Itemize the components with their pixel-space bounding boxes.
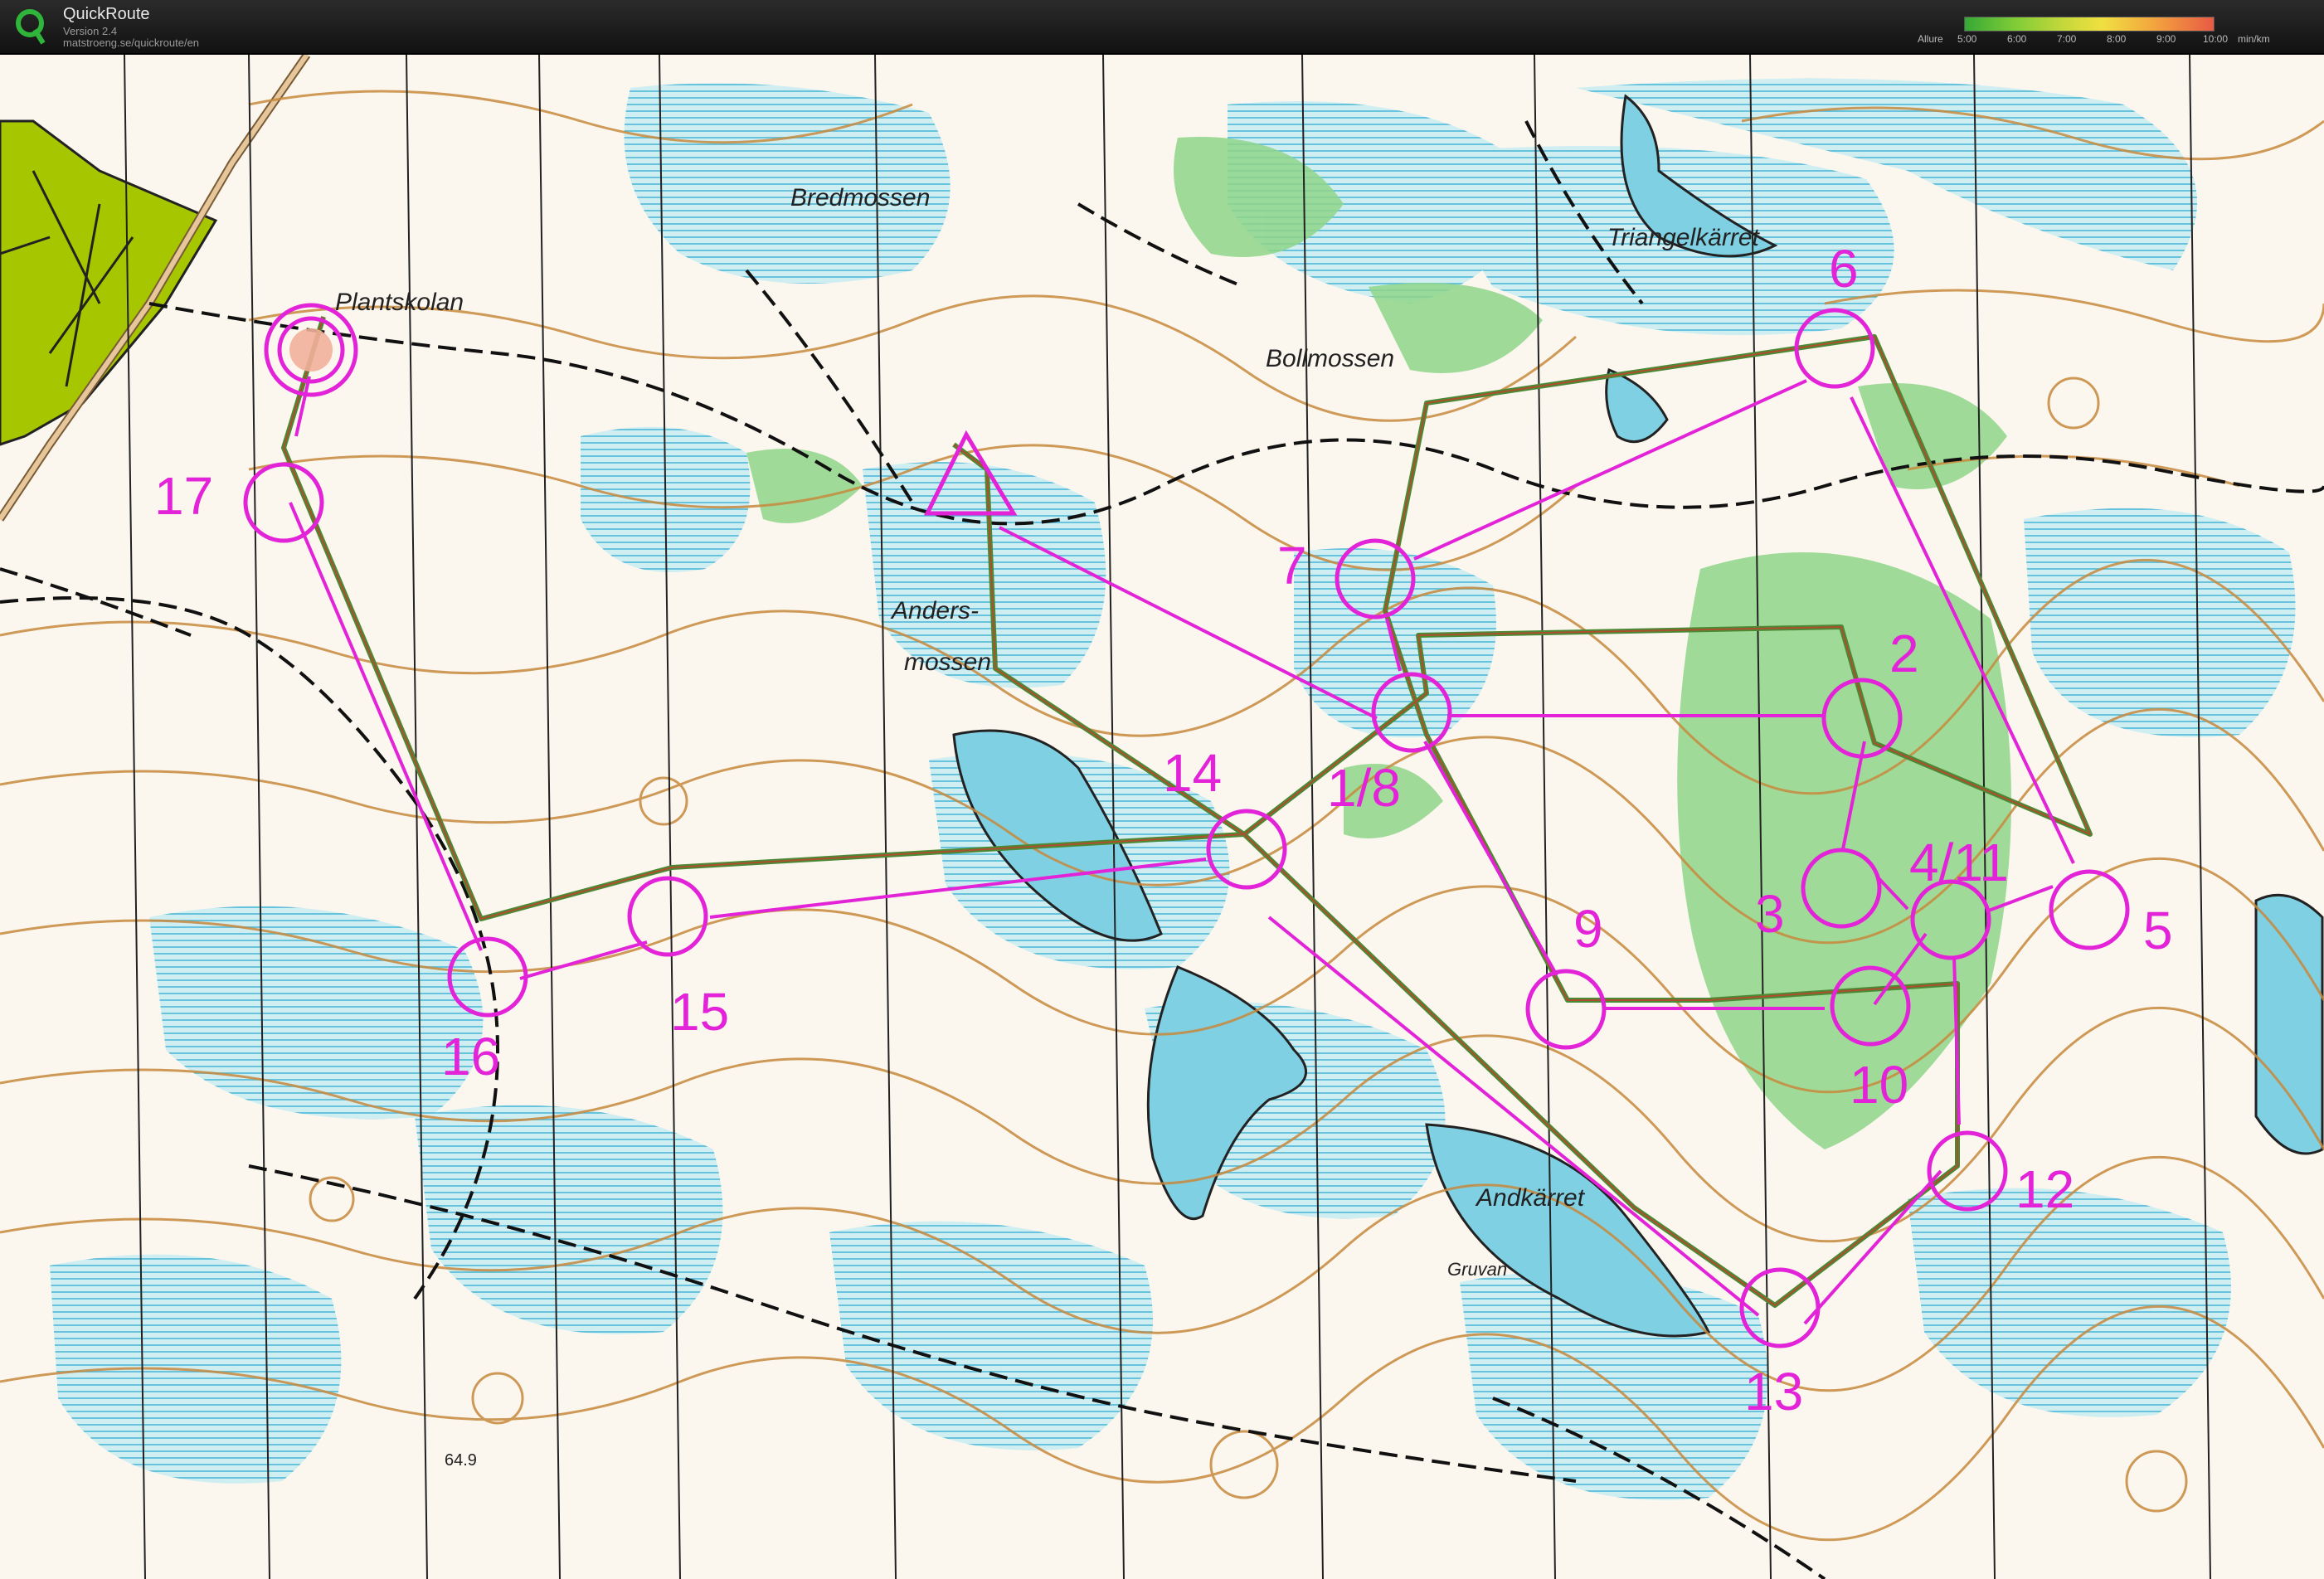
map-canvas[interactable] — [0, 55, 2324, 1579]
control-number-14: 14 — [1163, 743, 1223, 803]
pace-tick: 9:00 — [2156, 33, 2176, 45]
pace-tick: 6:00 — [2007, 33, 2027, 45]
pace-unit: min/km — [2238, 33, 2270, 45]
place-name: Triangelkärret — [1607, 224, 1759, 251]
control-number-13: 13 — [1744, 1362, 1804, 1421]
pace-legend: Allure 5:00 6:00 7:00 8:00 9:00 10:00 mi… — [1918, 15, 2286, 45]
control-number-7: 7 — [1277, 536, 1307, 595]
control-number-12: 12 — [2015, 1159, 2075, 1219]
spot-height: 64.9 — [445, 1451, 477, 1470]
control-number-3: 3 — [1755, 884, 1785, 944]
control-number-1-8: 1/8 — [1327, 758, 1401, 818]
app-title: QuickRoute — [63, 5, 150, 23]
pace-color-scale — [1964, 17, 2215, 32]
control-number-15: 15 — [670, 982, 730, 1042]
control-number-10: 10 — [1850, 1055, 1909, 1115]
pace-tick: 8:00 — [2107, 33, 2127, 45]
pace-legend-label: Allure — [1918, 33, 1943, 45]
title-bar: QuickRoute Version 2.4 matstroeng.se/qui… — [0, 0, 2324, 55]
pace-tick: 7:00 — [2057, 33, 2077, 45]
place-name: mossen — [904, 649, 992, 676]
finish-point — [289, 328, 333, 372]
orienteering-map[interactable]: Bredmossen Triangelkärret Plantskolan Bo… — [0, 55, 2324, 1579]
control-number-17: 17 — [154, 466, 214, 526]
app-url[interactable]: matstroeng.se/quickroute/en — [63, 36, 199, 49]
control-number-6: 6 — [1829, 239, 1859, 299]
pace-tick: 10:00 — [2203, 33, 2229, 45]
control-number-16: 16 — [441, 1027, 501, 1086]
place-name: Bredmossen — [790, 184, 931, 211]
control-number-2: 2 — [1889, 624, 1919, 683]
pace-tick: 5:00 — [1957, 33, 1977, 45]
control-number-9: 9 — [1573, 899, 1603, 959]
quickroute-logo-icon — [16, 9, 46, 45]
control-number-4-11: 4/11 — [1909, 833, 2009, 892]
place-name: Plantskolan — [335, 289, 464, 316]
place-name: Bollmossen — [1266, 345, 1395, 372]
app-version: Version 2.4 — [63, 25, 118, 37]
place-name: Gruvan — [1447, 1259, 1508, 1280]
place-name: Anders- — [892, 597, 980, 624]
control-number-5: 5 — [2143, 901, 2173, 960]
place-name: Andkärret — [1476, 1184, 1585, 1212]
